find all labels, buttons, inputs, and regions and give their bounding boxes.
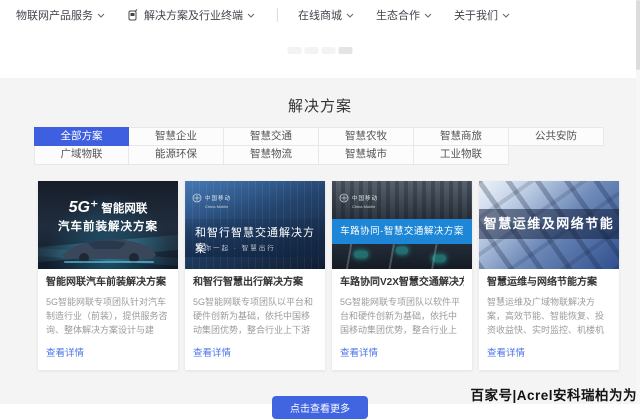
card-vehicle-oem: 5G⁺智能网联 汽车前装解决方案 智能网联汽车前装解决方案 5G智能网联专项团队… [38,181,178,370]
view-more-button[interactable]: 点击查看更多 [272,396,368,419]
card-description: 5G智能网联专项团队以软件平台和硬件创新为基础，依托中国移动集团优势，整合行业上… [340,295,464,338]
image-caption: 智慧运维及网络节能 [479,209,619,239]
chevron-down-icon [97,13,105,18]
view-details-link[interactable]: 查看详情 [46,345,84,359]
image-subcaption: 和你一起 · 智慧出行 [196,242,276,252]
card-image-v2x[interactable]: 车路协同-智慧交通解决方案 中国移动China Mobile [332,181,472,269]
5g-badge: 5G⁺ [69,199,99,216]
card-smart-mobility: 中国移动China Mobile 和智行智慧交通解决方案 和你一起 · 智慧出行… [185,181,325,370]
tab-business-travel[interactable]: 智慧商旅 [414,127,509,146]
tab-agriculture[interactable]: 智慧农牧 [319,127,414,146]
nav-item-label: 物联网产品服务 [16,7,93,23]
baijiahao-watermark: 百家号|Acrel安科瑞柏为为 [470,384,637,404]
image-caption: 车路协同-智慧交通解决方案 [332,219,472,244]
tab-row-1: 全部方案 智慧企业 智慧交通 智慧农牧 智慧商旅 公共安防 [34,127,606,146]
tab-enterprise[interactable]: 智慧企业 [129,127,224,146]
tab-industrial-iot[interactable]: 工业物联 [414,146,509,165]
tab-wide-area-iot[interactable]: 广域物联 [34,146,129,165]
view-details-link[interactable]: 查看详情 [487,345,525,359]
tab-row-2: 广域物联 能源环保 智慧物流 智慧城市 工业物联 [34,146,606,165]
nav-item-ecosystem[interactable]: 生态合作 [376,7,432,23]
nav-item-label: 解决方案及行业终端 [144,7,243,23]
card-image-smart-mobility[interactable]: 中国移动China Mobile 和智行智慧交通解决方案 和你一起 · 智慧出行 [185,181,325,269]
card-v2x: 车路协同-智慧交通解决方案 中国移动China Mobile 车路协同V2X智慧… [332,181,472,370]
car-silhouette [54,234,162,264]
tab-all[interactable]: 全部方案 [34,127,129,146]
tab-energy[interactable]: 能源环保 [129,146,224,165]
card-title: 智能网联汽车前装解决方案 [46,276,170,290]
card-description: 智慧运维及广域物联解决方案，高效节能、智能恢复、投资收益快、实时监控、机楼机房分… [487,295,611,338]
carousel-dot-active[interactable] [339,47,353,54]
highlighted-car [396,247,408,254]
tab-smart-city[interactable]: 智慧城市 [319,146,414,165]
card-body: 智慧运维与网络节能方案 智慧运维及广域物联解决方案，高效节能、智能恢复、投资收益… [479,269,619,370]
carousel-dot[interactable] [288,47,302,54]
nav-item-solutions[interactable]: 解决方案及行业终端 [127,7,255,23]
solution-tabs: 全部方案 智慧企业 智慧交通 智慧农牧 智慧商旅 公共安防 广域物联 能源环保 … [34,127,606,165]
highlighted-car [432,255,446,262]
nav-item-about[interactable]: 关于我们 [454,7,510,23]
carousel-dot[interactable] [322,47,336,54]
card-title: 和智行智慧出行解决方案 [193,276,317,290]
terminal-device-icon [127,9,138,21]
china-mobile-logo: 中国移动China Mobile [192,187,231,209]
nav-divider [277,8,278,22]
card-description: 5G智能网联专项团队以平台和硬件创新为基础，依托中国移动集团优势，整合行业上下游… [193,295,317,338]
image-caption: 5G⁺智能网联 汽车前装解决方案 [38,197,178,234]
card-body: 和智行智慧出行解决方案 5G智能网联专项团队以平台和硬件创新为基础，依托中国移动… [185,269,325,370]
tab-logistics[interactable]: 智慧物流 [224,146,319,165]
card-image-smart-car[interactable]: 5G⁺智能网联 汽车前装解决方案 [38,181,178,269]
tab-public-security[interactable]: 公共安防 [509,127,604,146]
nav-item-label: 生态合作 [376,7,420,23]
chevron-down-icon [247,13,255,18]
nav-item-label: 关于我们 [454,7,498,23]
carousel-dot[interactable] [305,47,319,54]
view-details-link[interactable]: 查看详情 [340,345,378,359]
view-details-link[interactable]: 查看详情 [193,345,231,359]
nav-item-store[interactable]: 在线商城 [298,7,354,23]
carousel-indicators [288,47,353,54]
top-nav: 物联网产品服务 解决方案及行业终端 在线商城 生态合作 关于我们 [0,0,640,30]
nav-item-products[interactable]: 物联网产品服务 [16,7,105,23]
china-mobile-logo: 中国移动China Mobile [339,187,378,209]
scrollbar-thumb[interactable] [636,0,640,70]
card-network-energy: 智慧运维及网络节能 智慧运维与网络节能方案 智慧运维及广域物联解决方案，高效节能… [479,181,619,370]
chevron-down-icon [502,13,510,18]
solution-cards: 5G⁺智能网联 汽车前装解决方案 智能网联汽车前装解决方案 5G智能网联专项团队… [0,165,640,370]
card-title: 智慧运维与网络节能方案 [487,276,611,290]
card-body: 车路协同V2X智慧交通解决方案 5G智能网联专项团队以软件平台和硬件创新为基础，… [332,269,472,370]
scrollbar[interactable] [636,0,640,404]
highlighted-car [354,251,368,258]
card-image-network-tower[interactable]: 智慧运维及网络节能 [479,181,619,269]
card-description: 5G智能网联专项团队针对汽车制造行业（前装），提供服务咨询、整体解决方案设计与建… [46,295,170,338]
page-title: 解决方案 [0,78,640,116]
banner-strip [0,30,640,78]
card-title: 车路协同V2X智慧交通解决方案 [340,276,464,290]
tab-transport[interactable]: 智慧交通 [224,127,319,146]
chevron-down-icon [424,13,432,18]
solutions-section: 解决方案 全部方案 智慧企业 智慧交通 智慧农牧 智慧商旅 公共安防 广域物联 … [0,78,640,404]
chevron-down-icon [346,13,354,18]
nav-item-label: 在线商城 [298,7,342,23]
card-body: 智能网联汽车前装解决方案 5G智能网联专项团队针对汽车制造行业（前装），提供服务… [38,269,178,370]
